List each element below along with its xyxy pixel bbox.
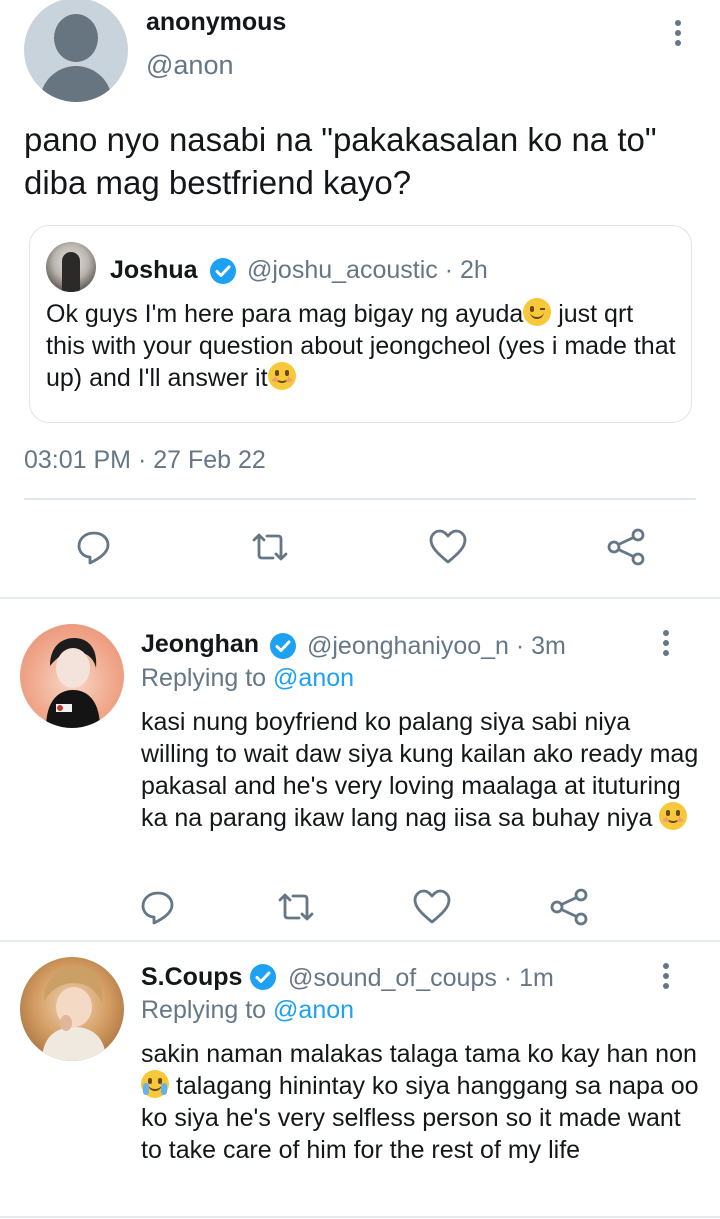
reply-handle-time: @jeonghaniyoo_n · 3m	[307, 632, 566, 660]
more-vertical-icon[interactable]	[656, 961, 676, 991]
tweet-timestamp[interactable]: 03:01 PM · 27 Feb 22	[24, 446, 266, 475]
tweet-text: pano nyo nasabi na "pakakasalan ko na to…	[24, 121, 657, 201]
reply-avatar[interactable]	[20, 957, 124, 1061]
quoted-handle-time: @joshu_acoustic · 2h	[247, 256, 488, 284]
reply-text: kasi nung boyfriend ko palang siya sabi …	[141, 708, 699, 832]
mention-link[interactable]: @anon	[273, 996, 354, 1024]
reply-tweet[interactable]: S.Coups @sound_of_coups · 1m Replying to…	[0, 942, 720, 1219]
winking-face-emoji-icon	[523, 298, 552, 326]
replying-to: Replying to @anon	[141, 664, 354, 693]
reply-tweet[interactable]: Jeonghan @jeonghaniyoo_n · 3m Replying t…	[0, 600, 720, 940]
author-name[interactable]: anonymous	[146, 8, 286, 37]
heart-icon[interactable]	[428, 527, 468, 567]
reply-icon[interactable]	[74, 527, 114, 567]
replying-to: Replying to @anon	[141, 996, 354, 1025]
reply-author-name[interactable]: S.Coups	[141, 963, 242, 992]
share-icon[interactable]	[549, 887, 588, 926]
quoted-avatar	[46, 242, 96, 292]
reply-icon[interactable]	[138, 887, 174, 925]
replying-label: Replying to	[141, 996, 274, 1024]
divider	[0, 1216, 720, 1218]
divider	[24, 498, 696, 500]
replying-label: Replying to	[141, 664, 274, 692]
author-avatar[interactable]	[24, 0, 128, 102]
reply-handle-time: @sound_of_coups · 1m	[288, 964, 554, 992]
smiling-face-emoji-icon	[659, 802, 688, 830]
retweet-icon[interactable]	[250, 527, 290, 567]
verified-badge-icon	[248, 962, 278, 992]
tears-of-joy-emoji-icon	[141, 1070, 169, 1098]
mention-link[interactable]: @anon	[273, 664, 354, 692]
quoted-author-name: Joshua	[110, 256, 198, 284]
verified-badge-icon	[208, 256, 238, 286]
verified-badge-icon	[268, 631, 298, 661]
more-vertical-icon[interactable]	[668, 18, 688, 48]
heart-icon[interactable]	[412, 887, 451, 924]
reply-text: sakin naman malakas talaga tama ko kay h…	[141, 1040, 699, 1164]
divider	[0, 597, 720, 599]
quoted-tweet[interactable]: Joshua @joshu_acoustic · 2h Ok guys I'm …	[29, 225, 692, 423]
smiling-face-emoji-icon	[267, 362, 296, 390]
author-handle[interactable]: @anon	[146, 50, 233, 81]
quoted-text: Ok guys I'm here para mag bigay ng ayuda…	[46, 298, 676, 392]
main-tweet: anonymous @anon pano nyo nasabi na "paka…	[0, 0, 720, 598]
reply-avatar[interactable]	[20, 624, 124, 728]
retweet-icon[interactable]	[276, 887, 314, 923]
share-icon[interactable]	[606, 527, 646, 567]
reply-author-name[interactable]: Jeonghan	[141, 630, 259, 659]
more-vertical-icon[interactable]	[656, 628, 676, 658]
